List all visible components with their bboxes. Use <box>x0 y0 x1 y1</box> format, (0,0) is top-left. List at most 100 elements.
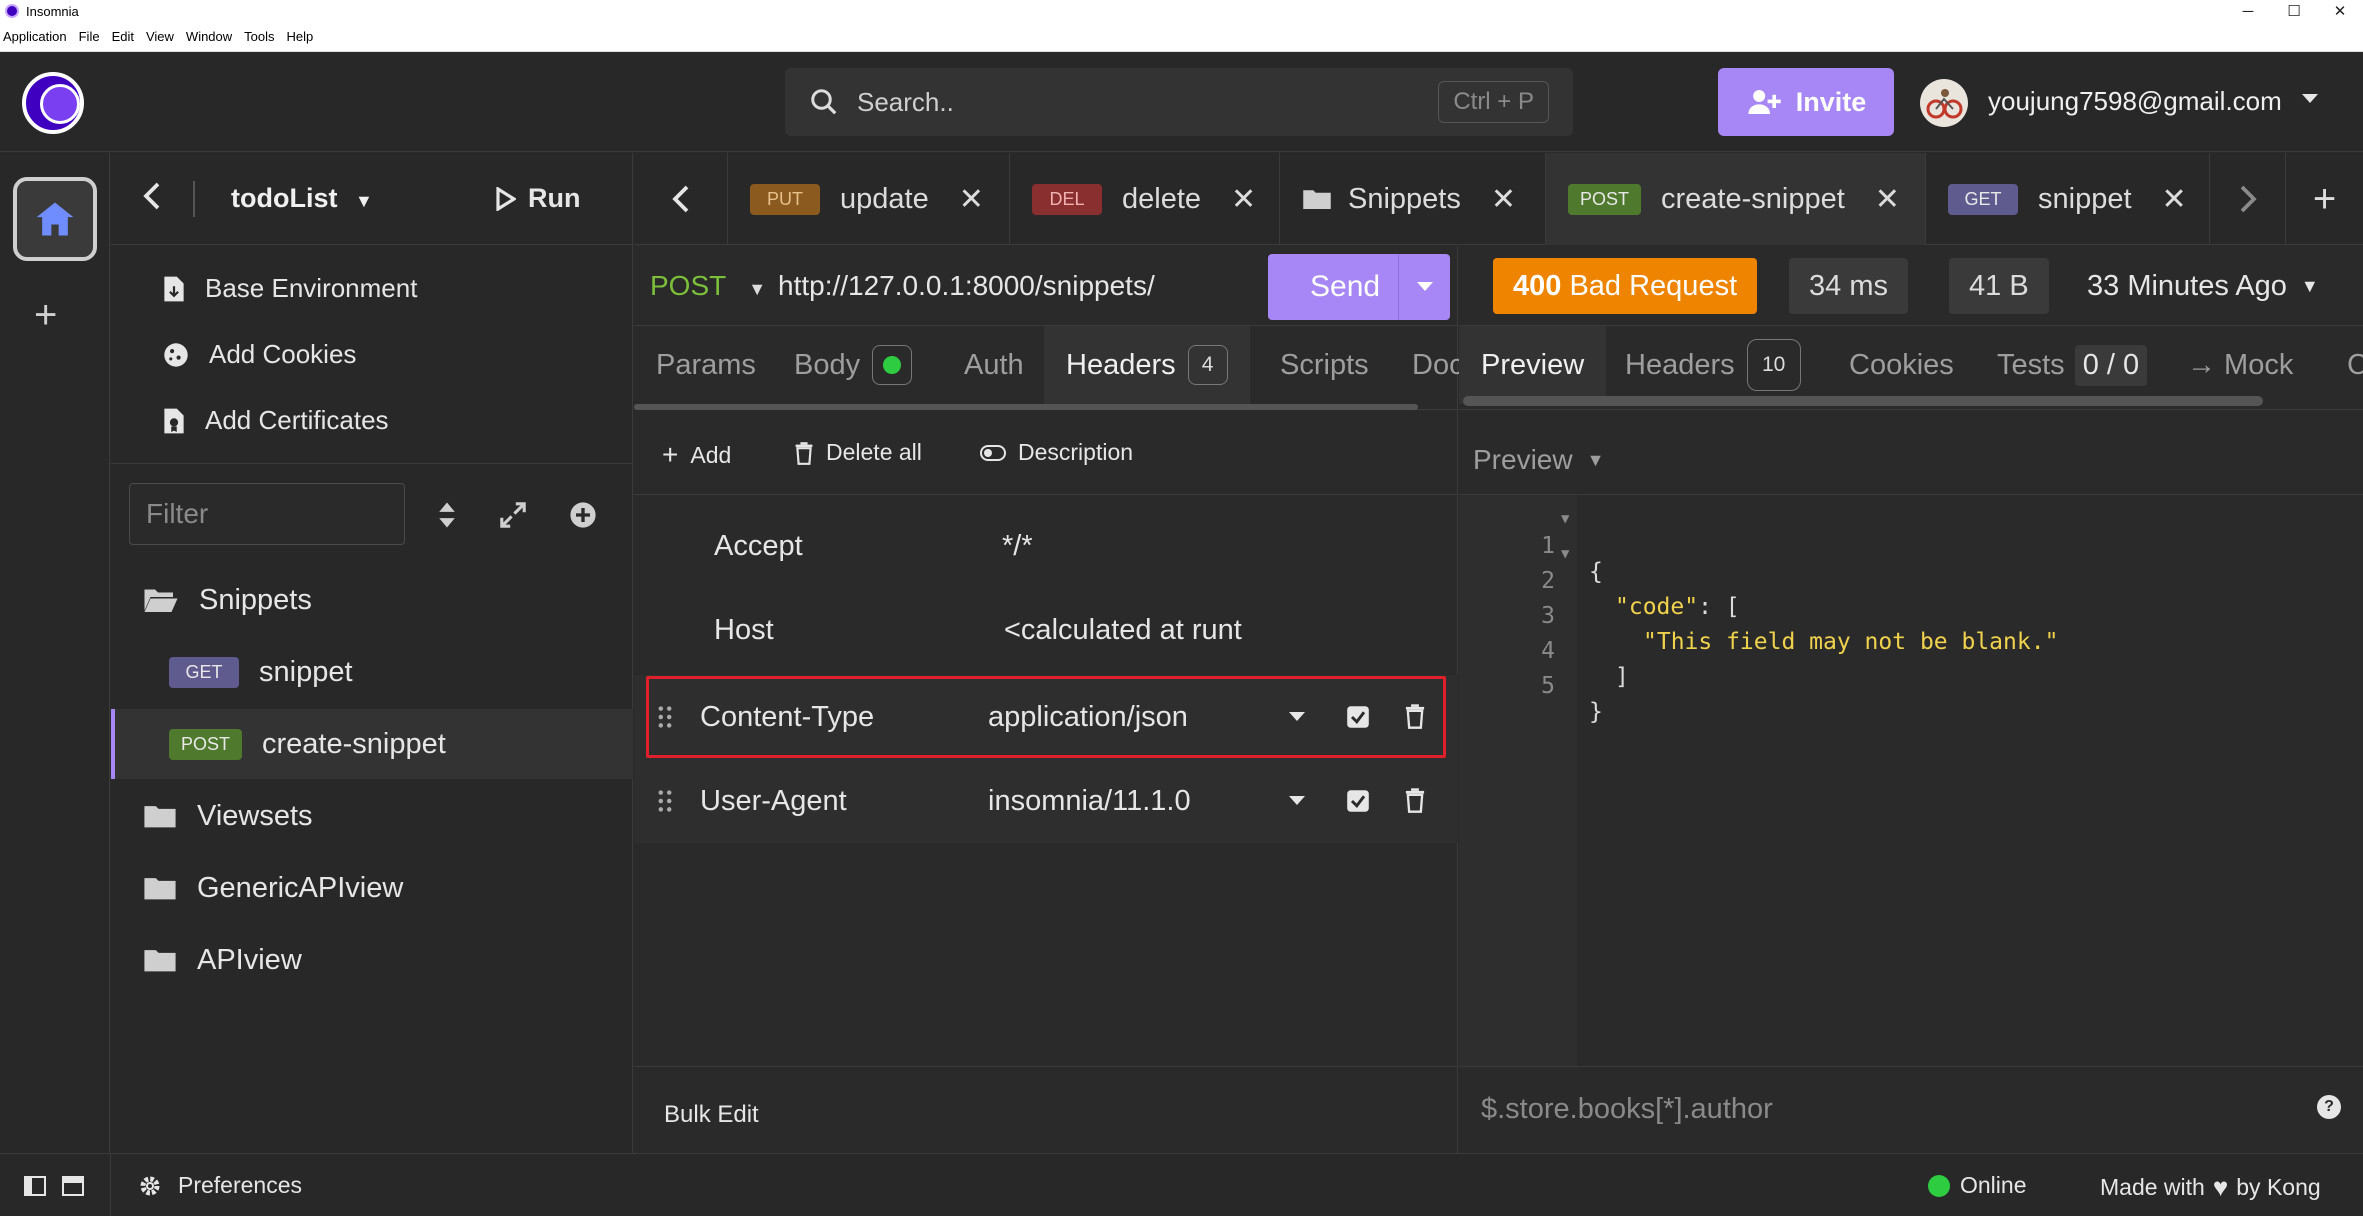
new-tab-plus-icon[interactable]: + <box>2286 153 2363 245</box>
project-selector[interactable]: todoList ▼ <box>231 183 373 214</box>
tab-delete[interactable]: DEL delete ✕ <box>1010 153 1280 245</box>
send-options-chevron-icon[interactable] <box>1398 254 1450 320</box>
made-with-link[interactable]: Made with ♥ by Kong <box>2100 1172 2321 1203</box>
tab-update[interactable]: PUT update ✕ <box>728 153 1010 245</box>
preview-mode-dropdown[interactable]: Preview ▼ <box>1473 444 1604 476</box>
insomnia-logo[interactable] <box>22 72 84 134</box>
fold-arrow-icon[interactable]: ▼ <box>1561 511 1569 527</box>
response-body-viewer[interactable]: 1 ▼ { 2 ▼ "code": [ 3 "This field may not … <box>1459 494 2363 1067</box>
expand-icon[interactable] <box>499 501 527 529</box>
filter-placeholder: Filter <box>146 498 209 529</box>
tab-cookies[interactable]: Cookies <box>1849 326 1954 404</box>
maximize-button[interactable]: ☐ <box>2271 0 2317 22</box>
divider <box>111 463 633 464</box>
help-icon[interactable]: ? <box>2317 1095 2341 1119</box>
tab-snippets[interactable]: Snippets ✕ <box>1280 153 1546 245</box>
code-line: 5 } <box>1459 647 1603 725</box>
tab-body[interactable]: Body <box>794 326 913 404</box>
tab-headers[interactable]: Headers 4 <box>1044 326 1250 404</box>
response-history-dropdown[interactable]: 33 Minutes Ago ▼ <box>2087 270 2319 303</box>
chevron-down-icon[interactable] <box>2300 92 2320 106</box>
toggle-panel-icon[interactable] <box>62 1176 84 1196</box>
chevron-down-icon[interactable] <box>1288 795 1306 807</box>
code-text: ] <box>1615 664 1629 690</box>
folder-apiview[interactable]: APIview <box>111 925 633 995</box>
tab-preview[interactable]: Preview <box>1459 326 1607 404</box>
tab-create-snippet[interactable]: POST create-snippet ✕ <box>1546 153 1926 245</box>
tab-more[interactable]: C <box>2347 326 2363 404</box>
add-cookies-link[interactable]: Add Cookies <box>163 339 356 370</box>
chevron-down-icon: ▼ <box>1586 449 1605 470</box>
tabs-scroll-left-icon[interactable] <box>634 153 728 245</box>
add-project-icon[interactable]: + <box>34 293 57 338</box>
header-row-accept: Accept */* <box>634 504 1458 588</box>
folder-snippets[interactable]: Snippets <box>111 565 633 635</box>
heart-icon: ♥ <box>2212 1172 2229 1202</box>
request-label: snippet <box>259 655 353 688</box>
menu-window[interactable]: Window <box>186 29 232 44</box>
add-circle-icon[interactable] <box>569 501 597 529</box>
folder-genericapiview[interactable]: GenericAPIview <box>111 853 633 923</box>
base-environment-link[interactable]: Base Environment <box>163 273 417 304</box>
tab-tests[interactable]: Tests 0 / 0 <box>1997 326 2148 404</box>
user-email[interactable]: youjung7598@gmail.com <box>1988 86 2282 117</box>
menu-view[interactable]: View <box>146 29 174 44</box>
search-input[interactable]: Search.. Ctrl + P <box>785 68 1573 136</box>
tabs-scrollbar[interactable] <box>634 404 1418 410</box>
close-icon[interactable]: ✕ <box>2162 182 2187 217</box>
close-icon[interactable]: ✕ <box>1231 182 1256 217</box>
response-tabs-scrollbar[interactable] <box>1463 396 2263 406</box>
close-icon[interactable]: ✕ <box>1491 182 1516 217</box>
menu-tools[interactable]: Tools <box>244 29 274 44</box>
drag-handle-icon[interactable] <box>658 789 672 813</box>
close-window-button[interactable]: ✕ <box>2317 0 2363 22</box>
filter-input[interactable]: Filter <box>129 483 405 545</box>
method-selector[interactable]: POST ▼ <box>650 270 766 302</box>
folder-label: APIview <box>197 943 302 976</box>
description-toggle[interactable]: Description <box>980 439 1133 466</box>
add-certificates-link[interactable]: Add Certificates <box>163 405 389 436</box>
fold-arrow-icon[interactable]: ▼ <box>1561 546 1569 562</box>
url-bar: POST ▼ http://127.0.0.1:8000/snippets/ Se… <box>634 246 1458 326</box>
menu-file[interactable]: File <box>79 29 100 44</box>
bulk-edit-button[interactable]: Bulk Edit <box>664 1101 759 1128</box>
avatar[interactable] <box>1920 79 1968 127</box>
close-icon[interactable]: ✕ <box>1875 182 1900 217</box>
add-header-button[interactable]: + Add <box>662 439 731 471</box>
online-status[interactable]: Online <box>1928 1172 2026 1199</box>
tab-params[interactable]: Params <box>656 326 756 404</box>
delete-all-button[interactable]: Delete all <box>794 439 922 466</box>
checkbox-checked-icon[interactable] <box>1346 789 1370 813</box>
tab-auth[interactable]: Auth <box>964 326 1024 404</box>
tab-mock[interactable]: → Mock <box>2187 326 2293 404</box>
invite-button[interactable]: Invite <box>1718 68 1894 136</box>
tab-response-headers[interactable]: Headers 10 <box>1625 326 1801 404</box>
close-icon[interactable]: ✕ <box>959 182 984 217</box>
tab-docs[interactable]: Doc <box>1412 326 1464 404</box>
tab-snippet[interactable]: GET snippet ✕ <box>1926 153 2210 245</box>
menu-edit[interactable]: Edit <box>112 29 134 44</box>
divider <box>193 181 195 217</box>
home-button[interactable] <box>13 177 97 261</box>
response-filter-input[interactable]: $.store.books[*].author <box>1481 1093 1773 1125</box>
run-button[interactable]: Run <box>496 183 580 214</box>
url-input[interactable]: http://127.0.0.1:8000/snippets/ <box>778 270 1155 302</box>
back-icon[interactable] <box>141 181 163 211</box>
tabs-scroll-right-icon[interactable] <box>2210 153 2286 245</box>
header-value-input[interactable]: insomnia/11.1.0 <box>988 785 1191 818</box>
folder-viewsets[interactable]: Viewsets <box>111 781 633 851</box>
tab-scripts[interactable]: Scripts <box>1280 326 1369 404</box>
request-item-create-snippet[interactable]: POST create-snippet <box>111 709 633 779</box>
toggle-sidebar-icon[interactable] <box>24 1176 46 1196</box>
header-name-input[interactable]: User-Agent <box>700 785 847 818</box>
trash-icon[interactable] <box>1404 787 1426 813</box>
menu-help[interactable]: Help <box>287 29 314 44</box>
method-badge-put: PUT <box>750 183 820 215</box>
folder-icon <box>144 806 176 828</box>
sort-icon[interactable] <box>437 501 457 529</box>
menu-application[interactable]: Application <box>3 29 67 44</box>
request-item-snippet[interactable]: GET snippet <box>111 637 633 707</box>
send-button[interactable]: Send <box>1268 254 1450 320</box>
preferences-button[interactable]: Preferences <box>138 1172 302 1199</box>
minimize-button[interactable]: ─ <box>2225 0 2271 22</box>
